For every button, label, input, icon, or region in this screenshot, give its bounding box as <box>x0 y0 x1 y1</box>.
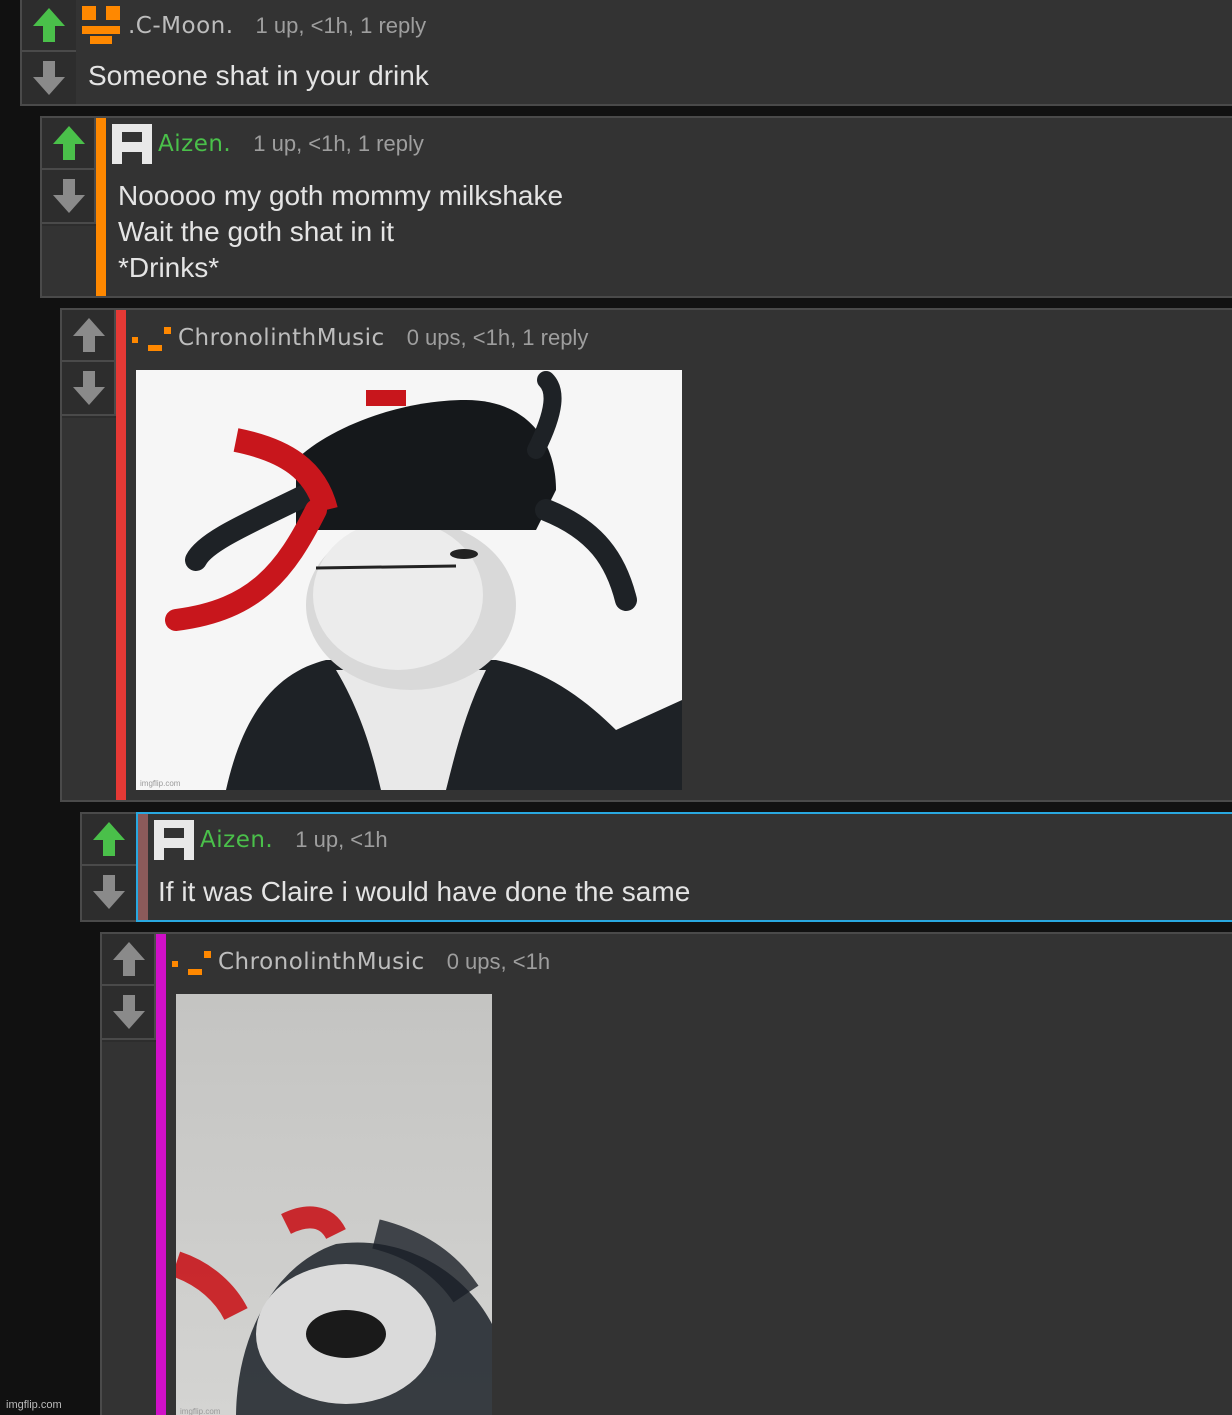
depth-stripe <box>96 118 106 296</box>
up-arrow-icon <box>33 8 65 42</box>
image-watermark: imgflip.com <box>140 779 181 788</box>
username[interactable]: .C-Moon. <box>128 13 234 39</box>
upvote-button[interactable] <box>22 0 76 52</box>
comment-meta: 0 ups, <1h, 1 reply <box>406 325 589 350</box>
depth-stripe <box>156 934 166 1415</box>
comment-meta: 1 up, <1h <box>295 827 388 852</box>
blurred-character-render <box>176 994 492 1415</box>
downvote-button[interactable] <box>62 362 116 414</box>
vote-column <box>22 0 76 104</box>
downvote-button[interactable] <box>82 866 136 918</box>
down-arrow-icon <box>93 875 125 909</box>
vote-column <box>42 118 96 226</box>
white-pixel-a-icon[interactable] <box>112 124 152 164</box>
username[interactable]: Aizen. <box>158 131 231 157</box>
down-arrow-icon <box>73 371 105 405</box>
up-arrow-icon <box>73 318 105 352</box>
comment-chronolinth-1: ChronolinthMusic 0 ups, <1h, 1 reply img… <box>60 308 1232 802</box>
comment-aizen-1: Aizen. 1 up, <1h, 1 reply Nooooo my goth… <box>40 116 1232 298</box>
orange-pixel-steps-icon[interactable] <box>132 323 172 353</box>
downvote-button[interactable] <box>102 986 156 1038</box>
comment-header: Aizen. 1 up, <1h, 1 reply <box>112 124 424 164</box>
orange-pixel-face-icon[interactable] <box>82 6 122 46</box>
comment-meta: 1 up, <1h, 1 reply <box>255 13 427 38</box>
down-arrow-icon <box>53 179 85 213</box>
comment-text-line: Nooooo my goth mommy milkshake <box>118 180 564 211</box>
comment-chronolinth-2: ChronolinthMusic 0 ups, <1h imgflip.com <box>100 932 1232 1415</box>
depth-stripe <box>116 310 126 800</box>
comment-text: Someone shat in your drink <box>88 60 429 91</box>
comment-text-line: Wait the goth shat in it <box>118 216 394 247</box>
comment-text: If it was Claire i would have done the s… <box>158 876 691 907</box>
vote-column <box>62 310 116 418</box>
upvote-button[interactable] <box>102 934 156 986</box>
image-watermark: imgflip.com <box>180 1407 221 1415</box>
username[interactable]: ChronolinthMusic <box>218 949 425 975</box>
comment-header: ChronolinthMusic 0 ups, <1h, 1 reply <box>132 320 588 356</box>
down-arrow-icon <box>33 61 65 95</box>
depth-stripe <box>138 814 148 920</box>
comment-meta: 0 ups, <1h <box>446 949 551 974</box>
comment-text-line: *Drinks* <box>118 252 220 283</box>
comment-image[interactable]: imgflip.com <box>136 370 682 790</box>
goth-character-render <box>136 370 682 790</box>
vote-column <box>82 814 136 920</box>
downvote-button[interactable] <box>22 52 76 104</box>
comment-header: .C-Moon. 1 up, <1h, 1 reply <box>82 6 427 46</box>
username[interactable]: ChronolinthMusic <box>178 325 385 351</box>
comment-header: ChronolinthMusic 0 ups, <1h <box>172 944 550 980</box>
up-arrow-icon <box>53 126 85 160</box>
comment-thread: .C-Moon. 1 up, <1h, 1 reply Someone shat… <box>0 0 1232 1415</box>
imgflip-watermark: imgflip.com <box>6 1399 62 1411</box>
username[interactable]: Aizen. <box>200 827 273 853</box>
comment-aizen-2: Aizen. 1 up, <1h If it was Claire i woul… <box>80 812 1232 922</box>
up-arrow-icon <box>93 822 125 856</box>
comment-image[interactable]: imgflip.com <box>176 994 492 1415</box>
upvote-button[interactable] <box>42 118 96 170</box>
upvote-button[interactable] <box>62 310 116 362</box>
comment-header: Aizen. 1 up, <1h <box>154 820 388 860</box>
downvote-button[interactable] <box>42 170 96 222</box>
comment-meta: 1 up, <1h, 1 reply <box>253 131 424 156</box>
white-pixel-a-icon[interactable] <box>154 820 194 860</box>
comment-cmoon: .C-Moon. 1 up, <1h, 1 reply Someone shat… <box>20 0 1232 106</box>
vote-column <box>102 934 156 1042</box>
up-arrow-icon <box>113 942 145 976</box>
down-arrow-icon <box>113 995 145 1029</box>
orange-pixel-steps-icon[interactable] <box>172 947 212 977</box>
upvote-button[interactable] <box>82 814 136 866</box>
